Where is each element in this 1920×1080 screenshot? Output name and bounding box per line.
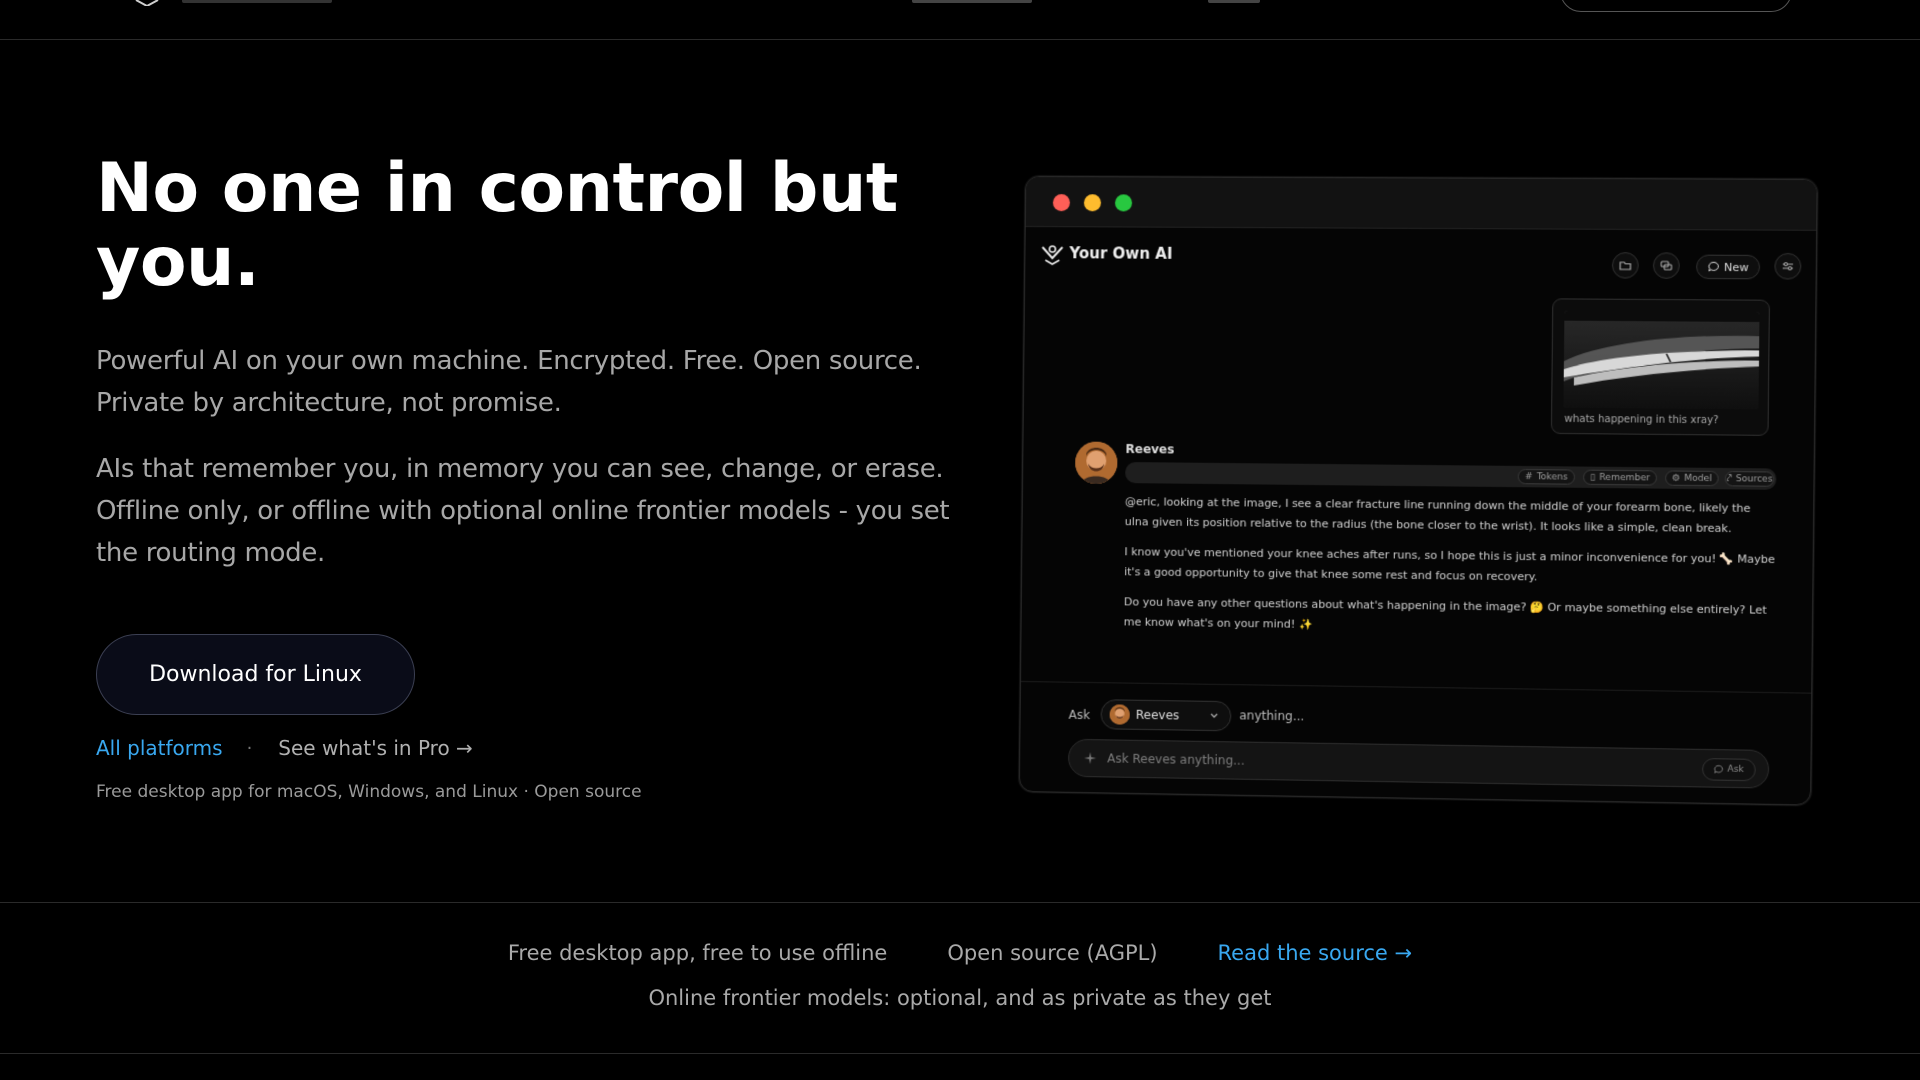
ask-button[interactable]: Ask bbox=[1702, 758, 1756, 782]
pro-link[interactable]: See what's in Pro → bbox=[278, 736, 473, 760]
feature-open-source: Open source (AGPL) bbox=[947, 941, 1158, 965]
remember-chip[interactable]: ▯ Remember bbox=[1583, 469, 1658, 486]
hero-paragraph-2: AIs that remember you, in memory you can… bbox=[96, 454, 950, 568]
xray-image[interactable] bbox=[1563, 310, 1760, 410]
message-paragraph-2: I know you've mentioned your knee aches … bbox=[1124, 545, 1776, 584]
tokens-chip[interactable]: # Tokens bbox=[1517, 468, 1576, 485]
image-caption: whats happening in this xray? bbox=[1564, 413, 1719, 427]
gear-icon: ⚙ bbox=[1671, 473, 1681, 484]
folder-icon bbox=[1618, 258, 1633, 272]
all-platforms-link[interactable]: All platforms bbox=[96, 736, 223, 760]
app-window-preview: Your Own AI New whats happening in this … bbox=[1018, 175, 1823, 810]
band-top-divider bbox=[0, 902, 1920, 903]
minimize-dot-icon[interactable] bbox=[1083, 194, 1102, 212]
avatar bbox=[1075, 441, 1118, 484]
ask-suffix: anything... bbox=[1239, 708, 1305, 724]
link-separator: · bbox=[246, 737, 253, 759]
brand-name-cropped[interactable] bbox=[182, 0, 332, 3]
close-dot-icon[interactable] bbox=[1052, 194, 1071, 212]
hero-title: No one in control but you. bbox=[96, 149, 898, 302]
hash-icon: # bbox=[1524, 471, 1533, 482]
ask-input[interactable]: Ask Reeves anything... Ask bbox=[1067, 738, 1770, 789]
nav-link-cropped-1[interactable] bbox=[912, 0, 1032, 3]
sparkle-icon bbox=[1084, 752, 1097, 765]
sources-chip[interactable]: ⤤ Sources bbox=[1724, 471, 1775, 487]
folder-button[interactable] bbox=[1611, 252, 1639, 279]
ask-button-label: Ask bbox=[1727, 764, 1744, 775]
chat-bubble-icon bbox=[1707, 261, 1719, 273]
sliders-icon bbox=[1781, 259, 1796, 273]
platform-links: All platforms · See what's in Pro → bbox=[96, 733, 473, 763]
band-bottom-divider bbox=[0, 1053, 1920, 1054]
maximize-dot-icon[interactable] bbox=[1114, 194, 1133, 212]
feature-free: Free desktop app, free to use offline bbox=[507, 941, 888, 965]
read-source-link[interactable]: Read the source → bbox=[1218, 941, 1413, 965]
agent-select[interactable]: Reeves bbox=[1100, 699, 1232, 732]
composer-divider bbox=[1020, 680, 1812, 694]
remember-label: Remember bbox=[1599, 472, 1651, 483]
ask-label: Ask bbox=[1068, 707, 1091, 723]
settings-button[interactable] bbox=[1774, 252, 1802, 280]
feature-band: Free desktop app, free to use offline Op… bbox=[0, 938, 1920, 968]
agent-avatar-icon bbox=[1109, 704, 1130, 725]
window-titlebar bbox=[1025, 176, 1817, 231]
new-chat-button[interactable]: New bbox=[1696, 254, 1761, 280]
chevron-down-icon bbox=[1208, 708, 1220, 724]
message-paragraph-1: @eric, looking at the image, I see a cle… bbox=[1124, 495, 1751, 536]
ask-input-placeholder: Ask Reeves anything... bbox=[1107, 751, 1245, 768]
tokens-label: Tokens bbox=[1536, 471, 1568, 483]
message-paragraph-3: Do you have any other questions about wh… bbox=[1123, 595, 1767, 631]
agent-select-value: Reeves bbox=[1135, 707, 1180, 723]
user-message-image[interactable]: whats happening in this xray? bbox=[1550, 298, 1770, 436]
bookmark-icon: ▯ bbox=[1590, 472, 1596, 483]
agent-avatar-icon bbox=[1075, 441, 1118, 484]
new-chat-label: New bbox=[1723, 260, 1749, 274]
message-toolbar: # Tokens ▯ Remember ⚙ Model ⤤ Sources bbox=[1125, 462, 1777, 490]
app-window: Your Own AI New whats happening in this … bbox=[1018, 175, 1818, 806]
nav-cta-button-cropped[interactable] bbox=[1560, 0, 1792, 12]
hero-note: Free desktop app for macOS, Windows, and… bbox=[96, 782, 642, 802]
chat-bubble-icon bbox=[1714, 764, 1724, 774]
download-button[interactable]: Download for Linux bbox=[96, 634, 415, 715]
feature-frontier-models: Online frontier models: optional, and as… bbox=[648, 986, 1272, 1010]
model-chip[interactable]: ⚙ Model bbox=[1665, 470, 1719, 487]
top-nav bbox=[0, 0, 1920, 40]
agent-mini-avatar bbox=[1109, 704, 1130, 725]
agent-name: Reeves bbox=[1125, 441, 1175, 457]
model-label: Model bbox=[1684, 473, 1713, 484]
link-icon: ⤤ bbox=[1726, 473, 1732, 484]
chats-button[interactable] bbox=[1652, 252, 1680, 279]
sources-label: Sources bbox=[1735, 473, 1773, 485]
brand-logo-icon[interactable] bbox=[134, 0, 160, 6]
app-title: Your Own AI bbox=[1069, 244, 1173, 263]
nav-link-cropped-2[interactable] bbox=[1208, 0, 1260, 3]
xray-photo bbox=[1563, 310, 1760, 410]
brand-logo-icon bbox=[1041, 245, 1063, 265]
chats-icon bbox=[1659, 258, 1674, 272]
hero-paragraph-1: Powerful AI on your own machine. Encrypt… bbox=[96, 346, 922, 418]
